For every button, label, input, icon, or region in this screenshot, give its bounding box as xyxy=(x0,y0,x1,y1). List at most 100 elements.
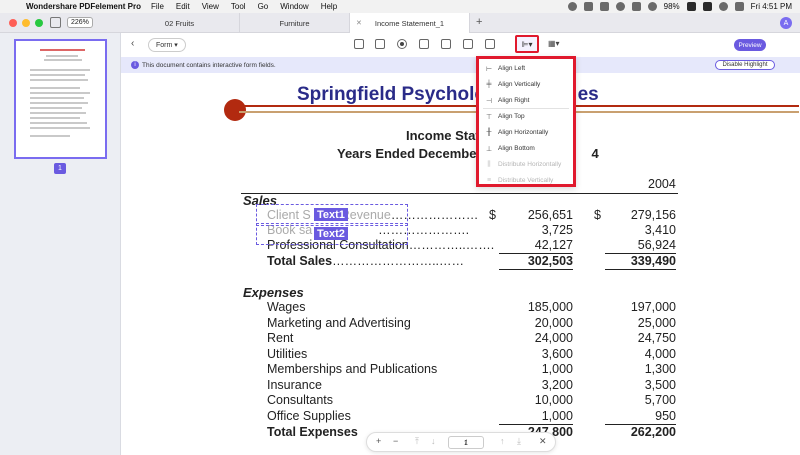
menu-item-align-right[interactable]: ⊣ Align Right xyxy=(479,93,573,108)
thumb-line xyxy=(44,59,82,61)
disable-highlight-button[interactable]: Disable Highlight xyxy=(715,60,775,70)
menu-file[interactable]: File xyxy=(151,2,164,11)
menu-item-align-horizontally[interactable]: ╫ Align Horizontally xyxy=(479,125,573,140)
status-icon[interactable] xyxy=(599,2,609,11)
expense-row-label: Memberships and Publications xyxy=(267,362,438,376)
align-button[interactable]: ⊫▾ xyxy=(515,35,539,53)
total-expenses-2004: 262,200 xyxy=(630,425,676,439)
previous-page-icon[interactable]: ↓ xyxy=(431,436,436,446)
text-field-icon[interactable] xyxy=(354,39,364,49)
menu-item-align-bottom[interactable]: ⊥ Align Bottom xyxy=(479,141,573,156)
bluetooth-icon[interactable] xyxy=(631,2,641,11)
close-window-button[interactable] xyxy=(9,19,17,27)
value-2003: 3,600 xyxy=(541,347,573,361)
first-page-icon[interactable]: ⤒ xyxy=(415,436,419,447)
menu-item-label: Distribute Horizontally xyxy=(498,161,562,168)
zoom-select[interactable]: 226% xyxy=(67,17,93,28)
tab-furniture[interactable]: Furniture xyxy=(240,13,350,33)
radio-button-icon[interactable] xyxy=(397,39,407,49)
menu-view[interactable]: View xyxy=(202,2,219,11)
menu-item-align-left[interactable]: ⊢ Align Left xyxy=(479,61,573,76)
signature-field-icon[interactable] xyxy=(485,39,495,49)
menu-item-label: Align Horizontally xyxy=(498,129,549,136)
value-2004: 56,924 xyxy=(637,238,676,252)
page-thumbnail[interactable] xyxy=(14,39,107,159)
menu-item-label: Align Bottom xyxy=(498,145,535,152)
expense-row-label: Marketing and Advertising xyxy=(267,316,411,330)
value-2004: 3,410 xyxy=(644,223,676,237)
input-source-icon[interactable] xyxy=(702,2,712,11)
app-name-menu[interactable]: Wondershare PDFelement Pro xyxy=(26,2,141,11)
menu-tool[interactable]: Tool xyxy=(231,2,246,11)
value-2003: 3,725 xyxy=(541,223,573,237)
search-icon[interactable] xyxy=(718,2,728,11)
value-2004: 279,156 xyxy=(630,208,676,222)
expense-row-label: Consultants xyxy=(267,393,334,407)
expense-row-label: Utilities xyxy=(267,347,308,361)
mode-label: Form xyxy=(156,42,173,49)
title-text: Springfield Psycholog xyxy=(297,84,498,105)
menu-item-distribute-vertically[interactable]: ≡ Distribute Vertically xyxy=(479,173,573,188)
form-mode-dropdown[interactable]: Form ▾ xyxy=(148,38,186,52)
tab-02-fruits[interactable]: 02 Fruits xyxy=(120,13,240,33)
expense-row-label: Office Supplies xyxy=(267,409,351,423)
menu-item-align-vertically[interactable]: ╪ Align Vertically xyxy=(479,77,573,92)
back-icon[interactable]: ‹ xyxy=(131,38,134,49)
last-page-icon[interactable]: ⤓ xyxy=(517,436,521,447)
status-icon[interactable] xyxy=(583,2,593,11)
value-2003: 1,000 xyxy=(541,409,573,423)
battery-icon[interactable] xyxy=(686,2,696,11)
align-right-icon: ⊣ xyxy=(485,97,493,105)
close-nav-button[interactable]: ✕ xyxy=(539,436,547,447)
menu-item-label: Align Left xyxy=(498,65,526,72)
close-tab-icon[interactable]: ✕ xyxy=(356,19,362,27)
total-rule xyxy=(499,269,573,270)
document-subtitle: Income Stat xyxy=(406,128,480,143)
control-center-icon[interactable] xyxy=(734,2,744,11)
align-horizontal-icon: ╫ xyxy=(486,129,492,136)
total-expenses-label: Total Expenses xyxy=(267,425,358,439)
zoom-out-button[interactable]: − xyxy=(393,436,398,446)
zoom-window-button[interactable] xyxy=(35,19,43,27)
wifi-icon[interactable] xyxy=(647,2,657,11)
next-page-icon[interactable]: ↑ xyxy=(500,436,505,446)
battery-percent[interactable]: 98% xyxy=(664,2,680,11)
preview-button[interactable]: Preview xyxy=(734,39,766,51)
value-2003: 24,000 xyxy=(534,331,573,345)
page-number-input[interactable]: 1 / 1 xyxy=(448,436,484,449)
menu-window[interactable]: Window xyxy=(280,2,308,11)
thumb-line xyxy=(30,74,85,76)
align-vertical-icon: ╪ xyxy=(486,81,492,88)
menu-item-distribute-horizontally[interactable]: ⫼ Distribute Horizontally xyxy=(479,157,573,172)
currency-symbol: $ xyxy=(489,208,496,222)
field-tag-text1[interactable]: Text1 xyxy=(314,208,348,221)
status-icon[interactable] xyxy=(615,2,625,11)
checkbox-icon[interactable] xyxy=(375,39,385,49)
view-controls: 226% xyxy=(50,17,93,28)
menu-item-align-top[interactable]: ⊤ Align Top xyxy=(479,109,573,124)
status-area: 98% Fri 4:51 PM xyxy=(567,0,800,13)
grid-view-icon[interactable] xyxy=(50,17,61,28)
total-sales-2004: 339,490 xyxy=(630,254,676,268)
combo-box-icon[interactable] xyxy=(419,39,429,49)
button-field-icon[interactable] xyxy=(463,39,473,49)
tab-income-statement[interactable]: ✕ Income Statement_1 xyxy=(350,13,470,33)
zoom-in-button[interactable]: + xyxy=(376,436,381,446)
field-tag-text2[interactable]: Text2 xyxy=(314,227,348,240)
year-column-header: 2004 xyxy=(648,177,676,191)
value-2004: 1,300 xyxy=(644,362,676,376)
clock[interactable]: Fri 4:51 PM xyxy=(751,2,792,11)
value-2003: 42,127 xyxy=(534,238,573,252)
menu-help[interactable]: Help xyxy=(321,2,337,11)
add-tab-button[interactable]: + xyxy=(476,16,482,28)
distribute-icon[interactable]: ▦▾ xyxy=(548,39,560,48)
avatar[interactable]: A xyxy=(780,17,792,29)
status-icon[interactable] xyxy=(567,2,577,11)
list-box-icon[interactable] xyxy=(441,39,451,49)
expenses-heading: Expenses xyxy=(243,285,304,300)
menu-go[interactable]: Go xyxy=(258,2,269,11)
thumb-line xyxy=(30,79,88,81)
minimize-window-button[interactable] xyxy=(22,19,30,27)
expense-row-label: Insurance xyxy=(267,378,322,392)
menu-edit[interactable]: Edit xyxy=(176,2,190,11)
